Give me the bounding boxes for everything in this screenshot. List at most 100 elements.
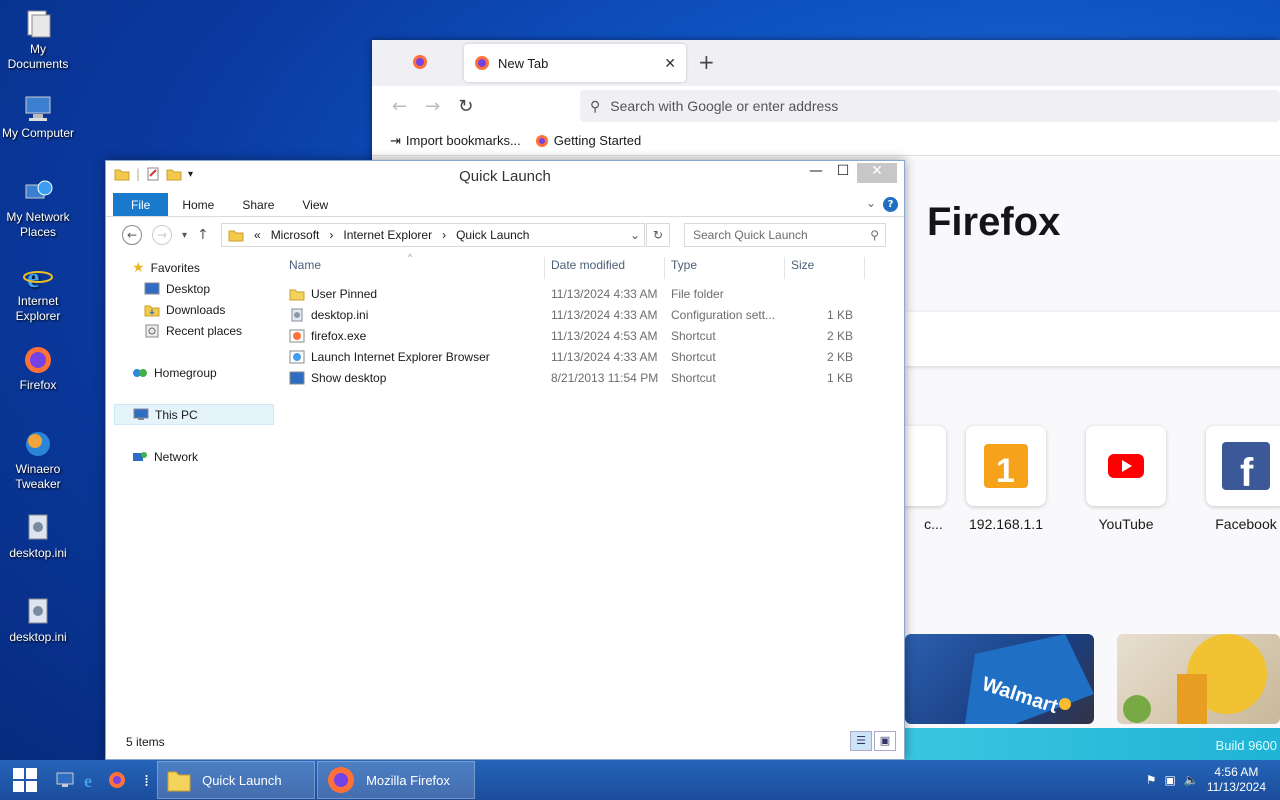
network-icon[interactable]: ▣: [1165, 773, 1176, 787]
close-tab-icon[interactable]: ✕: [664, 55, 676, 72]
expand-ribbon-chevron-icon[interactable]: ⌄: [866, 196, 876, 210]
tab-home[interactable]: Home: [168, 193, 228, 216]
tab-file[interactable]: File: [113, 193, 169, 216]
story-card-brain[interactable]: [1117, 634, 1280, 724]
folder-icon: [228, 230, 244, 242]
newtab-search-box[interactable]: [905, 312, 1280, 366]
shortcut-label: 192.168.1.1: [969, 516, 1043, 532]
url-bar[interactable]: ⚲ Search with Google or enter address: [580, 90, 1280, 122]
breadcrumb-microsoft[interactable]: Microsoft: [271, 228, 320, 242]
forward-arrow-icon[interactable]: →: [425, 96, 440, 117]
desktop-icon-my-computer[interactable]: My Computer: [0, 92, 76, 141]
firefox-icon[interactable]: [108, 771, 126, 789]
desktop-icon-winaero-tweaker[interactable]: Winaero Tweaker: [0, 428, 76, 492]
bookmark-getting-started[interactable]: Getting Started: [535, 133, 641, 148]
new-tab-plus-icon[interactable]: +: [698, 50, 715, 74]
desktop-icon-my-network-places[interactable]: My Network Places: [0, 176, 76, 240]
downloads-folder-icon: [144, 305, 160, 316]
column-label: Name: [289, 258, 322, 272]
desktop-icon-firefox[interactable]: Firefox: [0, 344, 76, 393]
facebook-icon: f: [1206, 426, 1280, 506]
file-type: Shortcut: [671, 349, 716, 364]
breadcrumb-quick-launch[interactable]: Quick Launch: [456, 228, 529, 242]
nav-recent-places[interactable]: Recent places: [114, 320, 274, 341]
desktop-icon-desktop-ini-1[interactable]: desktop.ini: [0, 512, 76, 561]
taskbar-button-mozilla-firefox[interactable]: Mozilla Firefox: [317, 761, 476, 799]
story-card-walmart[interactable]: Walmart: [905, 634, 1094, 724]
walmart-bag-image: Walmart: [965, 634, 1094, 724]
recent-locations-chevron-icon[interactable]: ▾: [182, 230, 187, 241]
settings-file-icon: [22, 512, 54, 544]
nav-desktop[interactable]: Desktop: [114, 278, 274, 299]
maximize-button[interactable]: ☐: [829, 163, 857, 183]
toolbar-grip-icon[interactable]: ⁞: [144, 771, 149, 790]
tab-new-tab[interactable]: New Tab ✕: [464, 44, 686, 82]
column-header-size[interactable]: Size: [785, 257, 865, 279]
taskbar-button-label: Quick Launch: [202, 772, 282, 788]
forward-button[interactable]: →: [152, 225, 172, 245]
nav-network[interactable]: Network: [114, 446, 274, 467]
back-arrow-icon[interactable]: ←: [392, 96, 407, 117]
desktop-icon-desktop-ini-2[interactable]: desktop.ini: [0, 596, 76, 645]
file-row-firefox-exe[interactable]: firefox.exe 11/13/2024 4:53 AM Shortcut …: [289, 325, 879, 346]
clock[interactable]: 4:56 AM 11/13/2024: [1207, 765, 1266, 795]
file-name: firefox.exe: [311, 328, 367, 343]
tab-share[interactable]: Share: [228, 193, 288, 216]
refresh-icon[interactable]: ↻: [646, 223, 670, 247]
breadcrumb-separator-icon[interactable]: ›: [329, 228, 333, 242]
desktop-icon: [144, 282, 160, 295]
shortcut-192-168-1-1[interactable]: 1 192.168.1.1: [966, 426, 1046, 532]
quick-launch-toolbar: e ⁞: [50, 771, 155, 790]
help-icon[interactable]: ?: [883, 197, 898, 212]
action-center-flag-icon[interactable]: ⚑: [1146, 773, 1157, 787]
file-row-launch-internet-explorer[interactable]: Launch Internet Explorer Browser 11/13/2…: [289, 346, 879, 367]
tab-view[interactable]: View: [288, 193, 342, 216]
column-header-date-modified[interactable]: Date modified: [545, 257, 665, 279]
details-view-icon[interactable]: ☰: [850, 731, 872, 751]
address-dropdown-chevron-icon[interactable]: ⌄: [630, 228, 640, 242]
desktop-icon-internet-explorer[interactable]: e Internet Explorer: [0, 260, 76, 324]
internet-explorer-icon[interactable]: e: [82, 771, 100, 789]
column-label: Size: [791, 258, 815, 272]
column-header-type[interactable]: Type: [665, 257, 785, 279]
explorer-window: | ▾ Quick Launch — ☐ ✕ File Home Share V…: [105, 160, 905, 760]
shortcut-youtube[interactable]: YouTube: [1086, 426, 1166, 532]
homegroup-icon: [133, 368, 147, 377]
reload-icon[interactable]: ↻: [458, 96, 473, 117]
show-desktop-icon[interactable]: [56, 772, 74, 788]
file-list: User Pinned 11/13/2024 4:33 AM File fold…: [289, 283, 879, 388]
address-bar[interactable]: « Microsoft › Internet Explorer › Quick …: [221, 223, 645, 247]
file-row-user-pinned[interactable]: User Pinned 11/13/2024 4:33 AM File fold…: [289, 283, 879, 304]
windows-logo-icon: [13, 768, 37, 792]
nav-this-pc[interactable]: This PC: [114, 404, 274, 425]
file-row-show-desktop[interactable]: Show desktop 8/21/2013 11:54 PM Shortcut…: [289, 367, 879, 388]
youtube-icon: [1086, 426, 1166, 506]
close-button[interactable]: ✕: [857, 163, 897, 183]
column-header-name[interactable]: Name ^: [283, 252, 545, 279]
bookmark-label: Getting Started: [553, 133, 642, 148]
taskbar-button-quick-launch[interactable]: Quick Launch: [157, 761, 316, 799]
breadcrumb-internet-explorer[interactable]: Internet Explorer: [343, 228, 432, 242]
back-button[interactable]: ←: [122, 225, 142, 245]
column-label: Type: [671, 258, 698, 272]
breadcrumb-separator-icon[interactable]: ›: [442, 228, 446, 242]
shortcut-facebook[interactable]: f Facebook: [1206, 426, 1280, 532]
nav-favorites[interactable]: ★ Favorites: [114, 257, 274, 278]
volume-muted-icon[interactable]: 🔈: [1184, 773, 1199, 787]
bookmark-import[interactable]: ⇥ Import bookmarks...: [390, 133, 521, 149]
file-row-desktop-ini[interactable]: desktop.ini 11/13/2024 4:33 AM Configura…: [289, 304, 879, 325]
firefox-pinned-tab[interactable]: [412, 54, 428, 73]
nav-downloads[interactable]: Downloads: [114, 299, 274, 320]
minimize-button[interactable]: —: [802, 163, 830, 183]
search-icon[interactable]: ⚲: [870, 228, 879, 242]
up-arrow-icon[interactable]: ↑: [197, 227, 209, 243]
nav-homegroup[interactable]: Homegroup: [114, 362, 274, 383]
search-box[interactable]: Search Quick Launch ⚲: [684, 223, 886, 247]
start-button[interactable]: [0, 760, 50, 800]
overflow-chevron-icon[interactable]: «: [254, 228, 261, 242]
large-icons-view-icon[interactable]: ▣: [874, 731, 896, 751]
nav-label: This PC: [155, 407, 198, 422]
file-type: Shortcut: [671, 328, 716, 343]
desktop-icon-my-documents[interactable]: My Documents: [0, 8, 76, 72]
computer-icon: [22, 92, 54, 124]
